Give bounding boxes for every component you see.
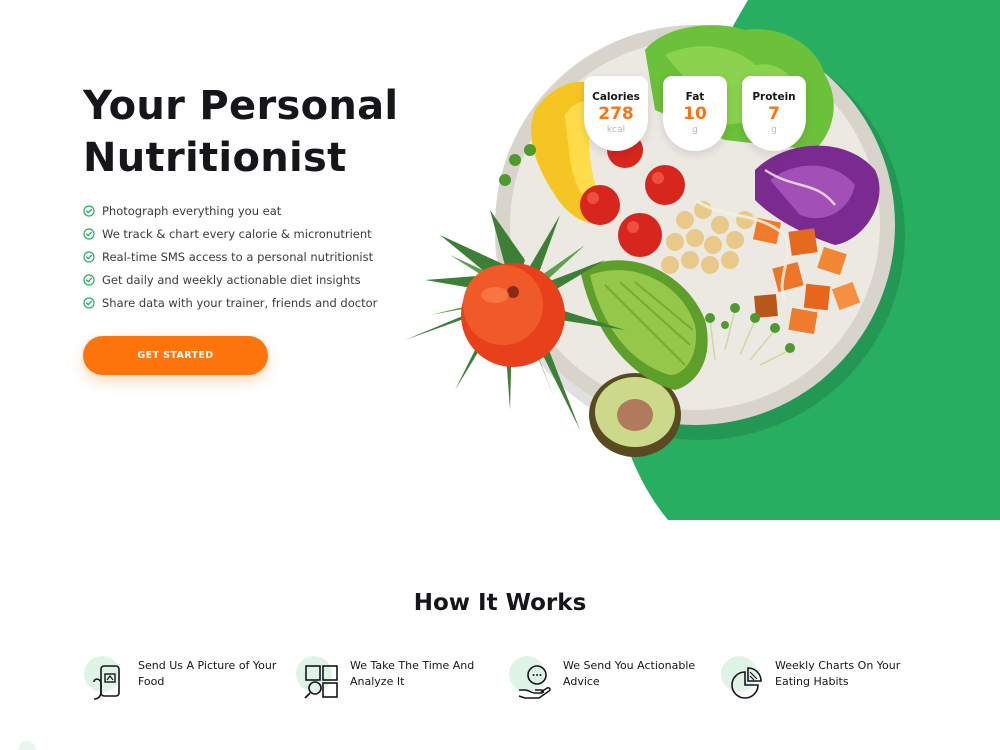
feature-text: Real-time SMS access to a personal nutri… — [102, 249, 374, 264]
check-circle-icon — [83, 296, 95, 309]
get-started-button[interactable]: GET STARTED — [83, 336, 268, 375]
step-text: Send Us A Picture of Your Food — [138, 659, 277, 688]
step-analyze: We Take The Time And Analyze It — [296, 656, 496, 706]
fat-card: Fat 10 g — [663, 76, 727, 151]
pie-chart-icon — [731, 667, 762, 699]
chat-hand-icon — [518, 665, 551, 699]
check-circle-icon — [83, 273, 95, 286]
analyze-grid-icon — [304, 665, 338, 699]
step-text: We Send You Actionable Advice — [563, 659, 696, 688]
calories-unit: kcal — [606, 125, 626, 135]
decorative-dot — [18, 741, 36, 750]
calories-card: Calories 278 kcal — [584, 76, 648, 151]
feature-item: Get daily and weekly actionable diet ins… — [83, 268, 377, 291]
protein-label: Protein — [752, 91, 796, 103]
calories-value: 278 — [598, 104, 634, 124]
step-weekly-charts: Weekly Charts On Your Eating Habits — [721, 656, 921, 706]
feature-item: Share data with your trainer, friends an… — [83, 291, 377, 314]
protein-card: Protein 7 g — [742, 76, 806, 151]
feature-item: Real-time SMS access to a personal nutri… — [83, 245, 377, 268]
how-it-works-title: How It Works — [413, 590, 587, 616]
feature-text: Photograph everything you eat — [102, 203, 282, 218]
check-circle-icon — [83, 204, 95, 217]
feature-text: We track & chart every calorie & micronu… — [102, 226, 372, 241]
calories-label: Calories — [592, 91, 640, 103]
protein-unit: g — [771, 125, 777, 135]
fat-value: 10 — [683, 104, 707, 124]
step-text: Weekly Charts On Your Eating Habits — [775, 659, 901, 688]
protein-value: 7 — [768, 104, 780, 124]
phone-camera-icon — [93, 665, 120, 700]
feature-item: We track & chart every calorie & micronu… — [83, 222, 377, 245]
fat-unit: g — [692, 125, 698, 135]
check-circle-icon — [83, 250, 95, 263]
fat-label: Fat — [685, 91, 705, 103]
step-text: We Take The Time And Analyze It — [350, 659, 475, 688]
feature-list: Photograph everything you eat We track &… — [83, 199, 377, 314]
feature-item: Photograph everything you eat — [83, 199, 377, 222]
feature-text: Share data with your trainer, friends an… — [102, 295, 378, 310]
feature-text: Get daily and weekly actionable diet ins… — [102, 272, 361, 287]
salad-bowl-image — [405, 25, 905, 457]
step-send-picture: Send Us A Picture of Your Food — [84, 656, 284, 706]
step-advice: We Send You Actionable Advice — [509, 656, 709, 706]
check-circle-icon — [83, 227, 95, 240]
hero-title: Your Personal Nutritionist — [83, 83, 399, 181]
